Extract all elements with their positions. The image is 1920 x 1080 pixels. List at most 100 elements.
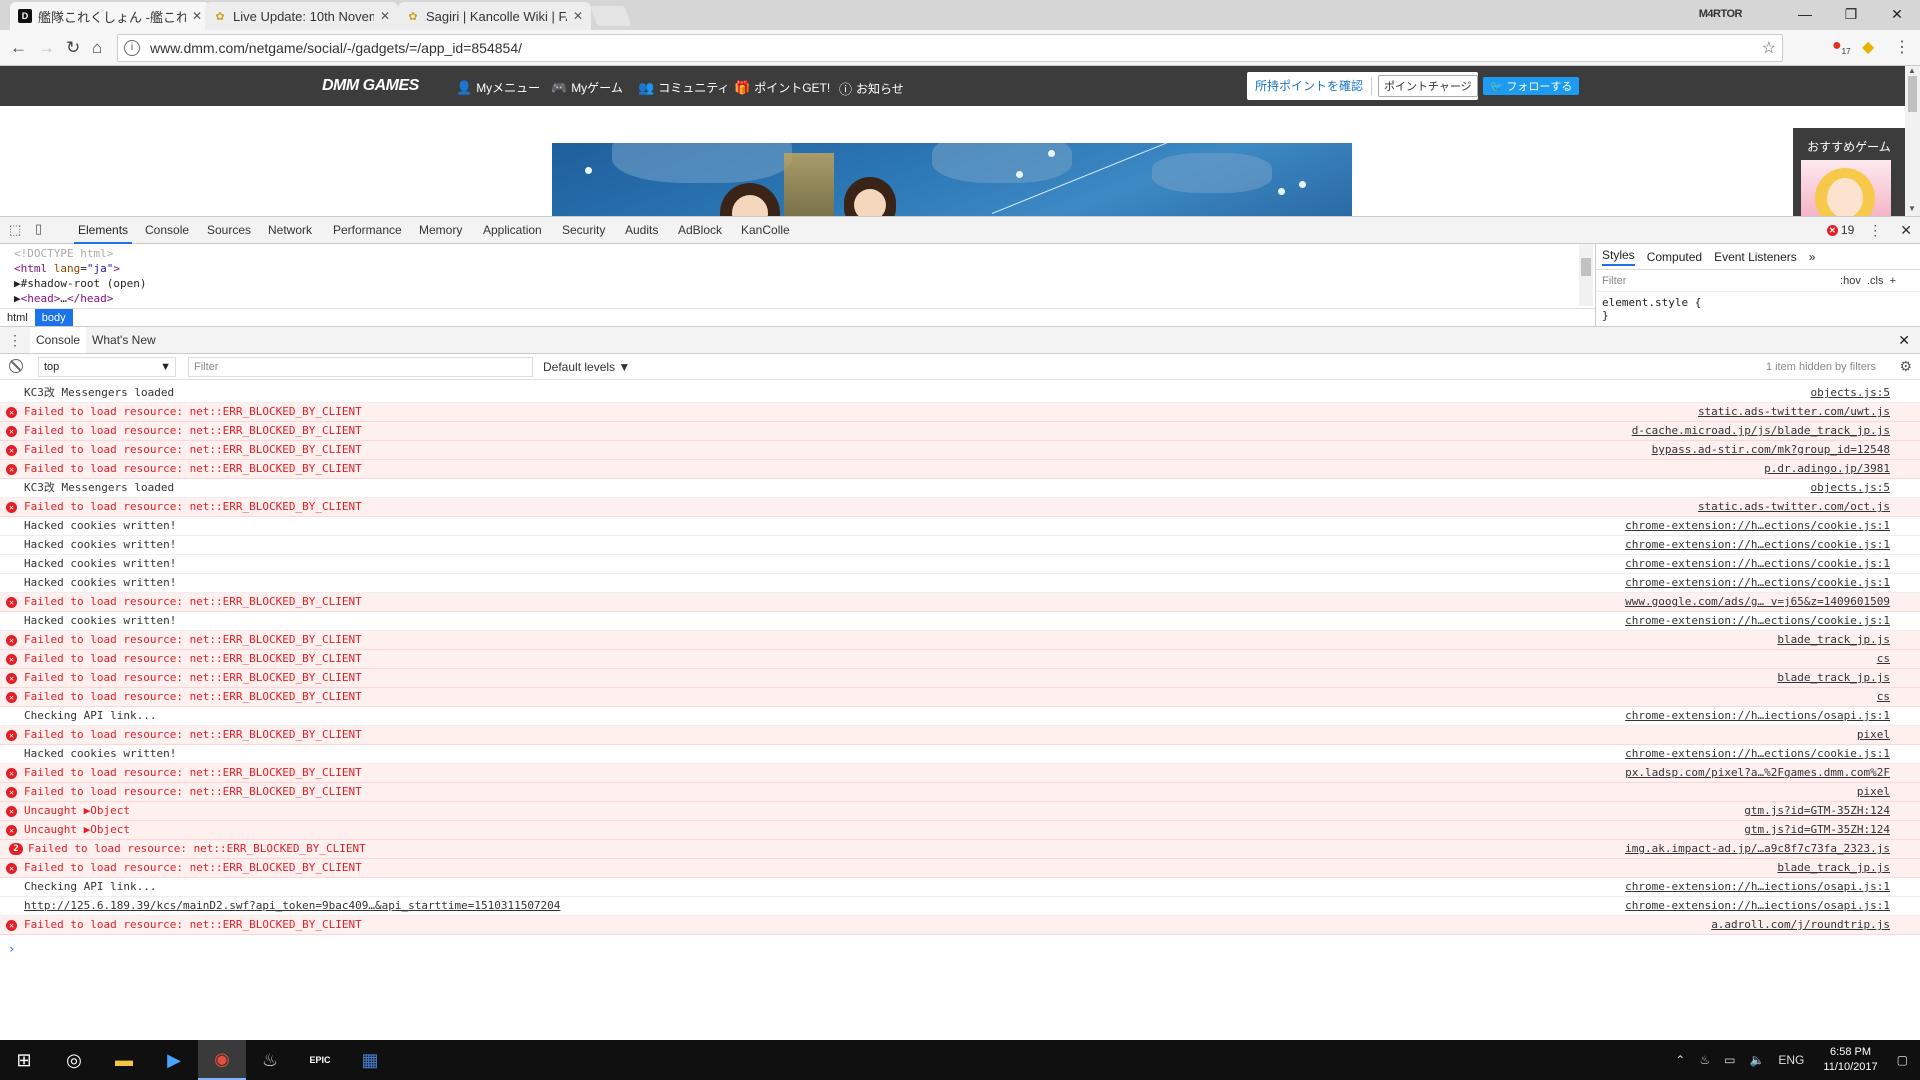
console-filter-input[interactable]: Filter bbox=[188, 356, 533, 377]
drawer-menu-icon[interactable]: ⋮ bbox=[0, 332, 30, 349]
nav-my-games[interactable]: 🎮 Myゲーム bbox=[551, 79, 623, 96]
console-message[interactable]: Checking API link... chrome-extension://h… bbox=[0, 707, 1920, 726]
dmm-games-logo[interactable]: DMM GAMES bbox=[322, 77, 419, 95]
bookmark-star-icon[interactable]: ☆ bbox=[1762, 38, 1776, 58]
browser-tab-kancolle[interactable]: D 艦隊これくしょん -艦これ- - ✕ bbox=[10, 2, 210, 30]
element-style-rule[interactable]: element.style {} bbox=[1596, 292, 1920, 326]
message-source-link[interactable]: chrome-extension://h…iections/osapi.js:1 bbox=[1625, 897, 1890, 915]
scroll-thumb[interactable] bbox=[1908, 76, 1917, 112]
devtools-tab-sources[interactable]: Sources bbox=[207, 223, 251, 237]
drawer-tab-whats-new[interactable]: What's New bbox=[86, 327, 162, 353]
devtools-tab-kancolle[interactable]: KanColle bbox=[741, 223, 790, 237]
clear-console-icon[interactable] bbox=[9, 359, 23, 373]
message-source-link[interactable]: chrome-extension://h…ections/cookie.js:1 bbox=[1625, 517, 1890, 535]
new-tab-button[interactable] bbox=[590, 6, 632, 26]
html-node[interactable]: <html lang="ja"> bbox=[14, 261, 1595, 276]
message-source-link[interactable]: p.dr.adingo.jp/3981 bbox=[1764, 460, 1890, 478]
console-message[interactable]: ✕ Failed to load resource: net::ERR_BLOCK… bbox=[0, 631, 1920, 650]
console-message[interactable]: ✕ Failed to load resource: net::ERR_BLOCK… bbox=[0, 441, 1920, 460]
message-source-link[interactable]: chrome-extension://h…ections/cookie.js:1 bbox=[1625, 745, 1890, 763]
drawer-tab-console[interactable]: Console bbox=[30, 327, 87, 353]
tray-chevron-icon[interactable]: ⌃ bbox=[1675, 1053, 1685, 1067]
head-node[interactable]: ▶<head>…</head> bbox=[14, 291, 1595, 306]
message-source-link[interactable]: chrome-extension://h…iections/osapi.js:1 bbox=[1625, 878, 1890, 896]
steam-icon[interactable]: ♨ bbox=[246, 1040, 294, 1080]
console-message[interactable]: ✕ Failed to load resource: net::ERR_BLOCK… bbox=[0, 498, 1920, 517]
forward-icon[interactable]: → bbox=[38, 38, 55, 58]
message-source-link[interactable]: chrome-extension://h…ections/cookie.js:1 bbox=[1625, 555, 1890, 573]
message-source-link[interactable]: chrome-extension://h…ections/cookie.js:1 bbox=[1625, 574, 1890, 592]
log-levels-dropdown[interactable]: Default levels ▼ bbox=[543, 360, 630, 374]
console-message[interactable]: ✕ Failed to load resource: net::ERR_BLOCK… bbox=[0, 669, 1920, 688]
more-tabs-icon[interactable]: » bbox=[1809, 250, 1816, 264]
steam-tray-icon[interactable]: ♨ bbox=[1699, 1053, 1710, 1067]
page-scrollbar[interactable]: ▲ ▼ bbox=[1905, 66, 1920, 216]
tab-styles[interactable]: Styles bbox=[1602, 248, 1635, 266]
app-icon[interactable]: ▦ bbox=[346, 1040, 394, 1080]
scroll-thumb[interactable] bbox=[1581, 258, 1591, 276]
message-source-link[interactable]: chrome-extension://h…iections/osapi.js:1 bbox=[1625, 707, 1890, 725]
message-source-link[interactable]: objects.js:5 bbox=[1811, 384, 1890, 402]
console-prompt[interactable]: › bbox=[8, 942, 15, 956]
console-message[interactable]: KC3改 Messengers loaded objects.js:5 bbox=[0, 479, 1920, 498]
console-message[interactable]: ✕ Failed to load resource: net::ERR_BLOCK… bbox=[0, 650, 1920, 669]
tab-computed[interactable]: Computed bbox=[1647, 250, 1702, 264]
menu-icon[interactable]: ⋮ bbox=[1894, 37, 1910, 57]
extension-icon-2[interactable]: ◆ bbox=[1862, 37, 1874, 57]
message-source-link[interactable]: bypass.ad-stir.com/mk?group_id=12548 bbox=[1652, 441, 1890, 459]
back-icon[interactable]: ← bbox=[10, 38, 27, 58]
shadow-root-node[interactable]: ▶#shadow-root (open) bbox=[14, 276, 1595, 291]
epic-games-icon[interactable]: EPIC bbox=[296, 1040, 344, 1080]
minimize-icon[interactable]: — bbox=[1782, 6, 1828, 22]
network-icon[interactable]: ▭ bbox=[1724, 1053, 1735, 1067]
console-message[interactable]: ✕ Failed to load resource: net::ERR_BLOCK… bbox=[0, 783, 1920, 802]
windows-start-icon[interactable]: ⊞ bbox=[0, 1040, 48, 1080]
message-source-link[interactable]: cs bbox=[1877, 688, 1890, 706]
devtools-tab-memory[interactable]: Memory bbox=[419, 223, 462, 237]
message-source-link[interactable]: static.ads-twitter.com/oct.js bbox=[1698, 498, 1890, 516]
browser-tab-sagiri[interactable]: ✿ Sagiri | Kancolle Wiki | FA ✕ bbox=[398, 2, 591, 30]
inspect-element-icon[interactable]: ⬚ bbox=[9, 222, 21, 238]
styles-filter-input[interactable]: Filter :hov .cls + bbox=[1596, 270, 1920, 292]
console-message[interactable]: Hacked cookies written! chrome-extension:… bbox=[0, 555, 1920, 574]
points-charge-button[interactable]: ポイントチャージ bbox=[1378, 75, 1478, 97]
console-message[interactable]: ✕ Uncaught ▶Object gtm.js?id=GTM-35ZH:124 bbox=[0, 821, 1920, 840]
nav-notices[interactable]: ⓘ お知らせ bbox=[839, 79, 904, 98]
address-bar[interactable]: i www.dmm.com/netgame/social/-/gadgets/=… bbox=[117, 34, 1783, 62]
console-message[interactable]: ✕ Failed to load resource: net::ERR_BLOCK… bbox=[0, 859, 1920, 878]
message-source-link[interactable]: a.adroll.com/j/roundtrip.js bbox=[1711, 916, 1890, 934]
console-message[interactable]: ✕ Failed to load resource: net::ERR_BLOCK… bbox=[0, 726, 1920, 745]
doctype-node[interactable]: <!DOCTYPE html> bbox=[14, 246, 1595, 261]
console-message[interactable]: http://125.6.189.39/kcs/mainD2.swf?api_t… bbox=[0, 897, 1920, 916]
devtools-menu-icon[interactable]: ⋮ bbox=[1868, 222, 1882, 239]
action-center-icon[interactable]: ▢ bbox=[1897, 1053, 1908, 1067]
message-link[interactable]: http://125.6.189.39/kcs/mainD2.swf?api_t… bbox=[24, 897, 560, 915]
page-info-icon[interactable]: i bbox=[124, 40, 140, 56]
tab-event-listeners[interactable]: Event Listeners bbox=[1714, 250, 1797, 264]
close-tab-icon[interactable]: ✕ bbox=[192, 9, 202, 23]
message-source-link[interactable]: px.ladsp.com/pixel?a…%2Fgames.dmm.com%2F bbox=[1625, 764, 1890, 782]
message-source-link[interactable]: blade_track_jp.js bbox=[1777, 859, 1890, 877]
nav-point-get[interactable]: 🎁 ポイントGET! bbox=[734, 79, 830, 96]
drawer-close-icon[interactable]: ✕ bbox=[1898, 332, 1910, 349]
console-message[interactable]: ✕ Failed to load resource: net::ERR_BLOCK… bbox=[0, 422, 1920, 441]
extension-icon[interactable]: ●17 bbox=[1832, 37, 1851, 56]
gear-icon[interactable]: ⚙ bbox=[1899, 358, 1912, 375]
devtools-tab-security[interactable]: Security bbox=[562, 223, 605, 237]
file-explorer-icon[interactable]: ▬ bbox=[100, 1040, 148, 1080]
message-source-link[interactable]: www.google.com/ads/g… v=j65&z=1409601509 bbox=[1625, 593, 1890, 611]
console-message[interactable]: Hacked cookies written! chrome-extension:… bbox=[0, 517, 1920, 536]
devtools-tab-adblock[interactable]: AdBlock bbox=[678, 223, 722, 237]
console-message[interactable]: KC3改 Messengers loaded objects.js:5 bbox=[0, 384, 1920, 403]
game-frame[interactable] bbox=[552, 143, 1352, 216]
console-message[interactable]: Hacked cookies written! chrome-extension:… bbox=[0, 574, 1920, 593]
console-message[interactable]: ✕ Uncaught ▶Object gtm.js?id=GTM-35ZH:124 bbox=[0, 802, 1920, 821]
message-source-link[interactable]: blade_track_jp.js bbox=[1777, 631, 1890, 649]
elements-scrollbar[interactable] bbox=[1579, 244, 1593, 306]
console-message[interactable]: ✕ Failed to load resource: net::ERR_BLOCK… bbox=[0, 460, 1920, 479]
clock[interactable]: 6:58 PM 11/10/2017 bbox=[1823, 1045, 1877, 1075]
console-message[interactable]: ✕ Failed to load resource: net::ERR_BLOCK… bbox=[0, 764, 1920, 783]
chrome-icon[interactable]: ◉ bbox=[198, 1040, 246, 1080]
message-source-link[interactable]: objects.js:5 bbox=[1811, 479, 1890, 497]
expand-triangle-icon[interactable]: ▶ bbox=[14, 292, 21, 305]
